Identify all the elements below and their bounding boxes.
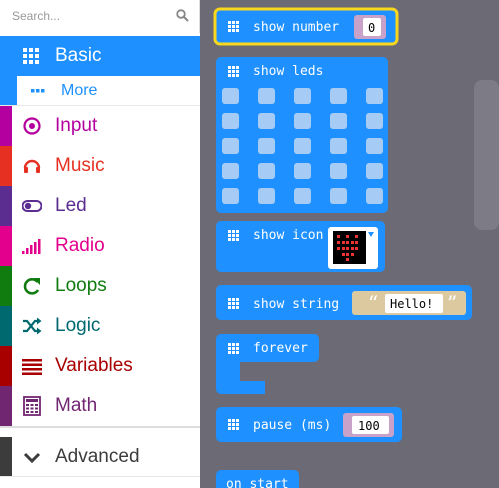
category-label: Basic — [55, 45, 102, 66]
category-stripe — [0, 346, 12, 386]
category-label: Logic — [55, 315, 101, 336]
category-radio[interactable]: Radio — [0, 226, 200, 266]
list-lines-icon — [22, 359, 42, 375]
block-show-number[interactable]: show number 0 — [213, 7, 399, 46]
block-forever[interactable]: forever — [216, 334, 319, 394]
category-label: More — [61, 82, 98, 99]
grid-icon — [23, 48, 39, 64]
category-math[interactable]: Math — [0, 386, 200, 426]
open-quote-icon: “ — [368, 291, 378, 315]
calculator-icon — [23, 396, 41, 416]
category-label: Led — [55, 195, 87, 216]
block-on-start[interactable]: on start — [216, 470, 299, 488]
block-pause[interactable]: pause (ms) 100 — [216, 407, 402, 442]
number-value[interactable]: 100 — [358, 419, 380, 433]
category-led[interactable]: Led — [0, 186, 200, 226]
block-label: pause (ms) — [253, 418, 331, 433]
block-show-leds[interactable]: show leds — [216, 57, 388, 213]
category-music[interactable]: Music — [0, 146, 200, 186]
category-label: Math — [55, 395, 98, 416]
grid-icon — [228, 21, 239, 32]
refresh-icon — [23, 278, 40, 295]
block-flyout: show number 0 show leds show icon show s… — [213, 7, 499, 488]
signal-bars-icon — [22, 239, 41, 254]
category-loops[interactable]: Loops — [0, 266, 200, 306]
toggle-icon — [22, 200, 42, 212]
block-label: show icon — [253, 228, 323, 243]
more-dots-icon — [31, 89, 45, 93]
category-label: Input — [55, 115, 98, 136]
block-label: show leds — [253, 64, 323, 79]
divider — [0, 476, 200, 477]
category-stripe — [0, 186, 12, 226]
category-label: Music — [55, 155, 105, 176]
headphones-icon — [23, 159, 41, 173]
category-stripe — [0, 266, 12, 306]
category-input[interactable]: Input — [0, 106, 200, 146]
divider — [0, 426, 200, 428]
search-icon[interactable] — [176, 9, 189, 22]
search-box — [0, 0, 200, 33]
scrollbar[interactable] — [474, 80, 499, 230]
block-label: show number — [253, 20, 339, 35]
category-label: Loops — [55, 275, 107, 296]
category-stripe — [0, 146, 12, 186]
block-show-icon[interactable]: show icon — [216, 221, 385, 272]
category-logic[interactable]: Logic — [0, 306, 200, 346]
shuffle-icon — [23, 317, 42, 335]
category-more[interactable]: More — [0, 76, 200, 105]
number-value[interactable]: 0 — [368, 21, 375, 35]
category-stripe — [0, 226, 12, 266]
block-label: on start — [226, 477, 289, 488]
chevron-down-icon — [23, 452, 41, 464]
category-stripe — [0, 76, 17, 105]
block-label: show string — [253, 297, 339, 312]
category-stripe — [0, 306, 12, 346]
category-stripe — [0, 386, 12, 426]
category-variables[interactable]: Variables — [0, 346, 200, 386]
search-input[interactable] — [12, 7, 162, 25]
string-value[interactable]: Hello! — [390, 297, 433, 311]
toolbox: Basic More Input Music — [0, 0, 200, 488]
category-label: Variables — [55, 355, 133, 376]
category-label: Advanced — [55, 446, 140, 467]
block-show-string[interactable]: show string “ Hello! ” — [216, 285, 472, 320]
category-basic[interactable]: Basic — [0, 36, 200, 76]
close-quote-icon: ” — [447, 291, 457, 315]
block-label: forever — [253, 341, 308, 356]
category-stripe — [0, 106, 12, 146]
category-label: Radio — [55, 235, 105, 256]
category-advanced[interactable]: Advanced — [0, 437, 200, 477]
target-icon — [23, 117, 41, 135]
category-stripe — [0, 437, 12, 477]
